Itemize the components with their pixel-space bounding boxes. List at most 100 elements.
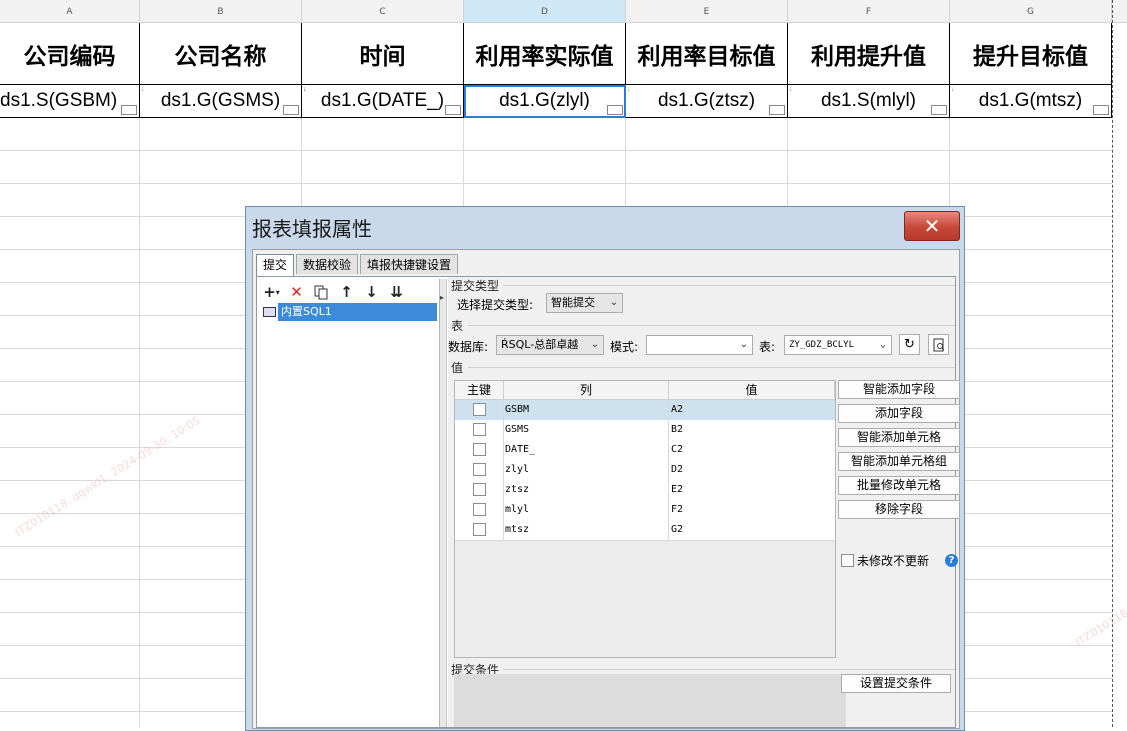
field-mapping-table[interactable]: 主键 列 值 GSBM A2 GSMS B2 DATE_ C2 zlyl D2 ztsz…: [454, 380, 836, 658]
header-cell-company-code[interactable]: 公司编码: [0, 23, 140, 85]
smart-add-field-button[interactable]: 智能添加字段: [838, 380, 960, 399]
arrow-down-icon[interactable]: ↓: [363, 283, 380, 301]
no-update-if-unmodified[interactable]: 未修改不更新: [841, 552, 929, 569]
column-header-e[interactable]: E: [626, 0, 788, 22]
section-table: 表: [451, 319, 464, 333]
sql-item-icon: [263, 307, 276, 317]
header-cell-actual-rate[interactable]: 利用率实际值: [464, 23, 626, 85]
data-cell-e2[interactable]: ↓ ds1.G(ztsz): [626, 85, 788, 118]
submit-type-value: 智能提交: [551, 296, 595, 309]
table-row[interactable]: DATE_ C2: [455, 440, 835, 461]
value-cell[interactable]: F2: [671, 500, 683, 520]
header-cell-company-name[interactable]: 公司名称: [140, 23, 302, 85]
add-field-button[interactable]: 添加字段: [838, 404, 960, 423]
data-cell-g2[interactable]: ↓ ds1.G(mtsz): [950, 85, 1112, 118]
database-label: 数据库:: [448, 340, 489, 354]
column-header-b[interactable]: B: [140, 0, 302, 22]
column-header-key[interactable]: 主键: [455, 381, 504, 399]
primary-key-checkbox[interactable]: [473, 483, 486, 496]
close-button[interactable]: ✕: [904, 211, 960, 241]
header-cell-target-rate[interactable]: 利用率目标值: [626, 23, 788, 85]
column-header-a[interactable]: A: [0, 0, 140, 22]
primary-key-checkbox[interactable]: [473, 423, 486, 436]
cell-corner-tick: ↓: [951, 86, 955, 93]
column-header-value[interactable]: 值: [669, 381, 835, 399]
dialog-title: 报表填报属性: [252, 217, 372, 241]
set-submit-condition-button[interactable]: 设置提交条件: [841, 674, 951, 693]
data-cell-b2[interactable]: ↓ ds1.G(GSMS): [140, 85, 302, 118]
primary-key-checkbox[interactable]: [473, 443, 486, 456]
value-cell[interactable]: B2: [671, 420, 683, 440]
report-fill-properties-dialog: 报表填报属性 ✕ 提交 数据校验 填报快捷键设置 + ▾ ✕ ↑ ↓ ⇊ 内置S…: [245, 206, 965, 731]
preview-table-button[interactable]: [928, 334, 949, 355]
chevron-down-icon: ⌄: [875, 336, 891, 354]
pane-splitter[interactable]: ▸: [440, 279, 447, 727]
cell-corner-tick: ↓: [627, 86, 631, 93]
cell-corner-tick: ↓: [303, 86, 307, 93]
primary-key-checkbox[interactable]: [473, 403, 486, 416]
column-header-c[interactable]: C: [302, 0, 464, 22]
data-cell-c2[interactable]: ↓ ds1.G(DATE_): [302, 85, 464, 118]
help-icon[interactable]: ?: [945, 554, 958, 567]
arrow-up-icon[interactable]: ↑: [338, 283, 355, 301]
database-value: ŔSQL-总部卓越: [501, 338, 579, 351]
submit-condition-area[interactable]: [454, 674, 846, 727]
cell-widget-marker: [769, 105, 785, 115]
value-cell[interactable]: D2: [671, 460, 683, 480]
smart-add-cell-button[interactable]: 智能添加单元格: [838, 428, 960, 447]
value-cell[interactable]: C2: [671, 440, 683, 460]
column-header-g[interactable]: G: [950, 0, 1112, 22]
header-cell-improvement-target[interactable]: 提升目标值: [950, 23, 1112, 85]
column-header-column[interactable]: 列: [504, 381, 669, 399]
data-cell-d2[interactable]: ds1.G(zlyl): [464, 85, 626, 118]
remove-field-button[interactable]: 移除字段: [838, 500, 960, 519]
copy-icon[interactable]: [313, 284, 330, 301]
cell-widget-marker: [121, 105, 137, 115]
data-cell-f2[interactable]: ↓ ds1.S(mlyl): [788, 85, 950, 118]
header-cell-time[interactable]: 时间: [302, 23, 464, 85]
primary-key-checkbox[interactable]: [473, 463, 486, 476]
database-select[interactable]: ŔSQL-总部卓越 ⌄: [496, 335, 604, 355]
delete-icon[interactable]: ✕: [288, 283, 305, 301]
column-name-cell: mtsz: [505, 524, 530, 535]
value-cell[interactable]: E2: [671, 480, 683, 500]
tree-item-builtin-sql[interactable]: 内置SQL1: [263, 303, 437, 321]
value-cell[interactable]: A2: [671, 400, 683, 420]
table-row[interactable]: mlyl F2: [455, 500, 835, 521]
table-row[interactable]: GSBM A2: [455, 400, 835, 421]
cell-corner-tick: ↓: [789, 86, 793, 93]
table-row[interactable]: ztsz E2: [455, 480, 835, 501]
table-select[interactable]: ZY_GDZ_BCLYL ⌄: [784, 335, 892, 355]
move-bottom-icon[interactable]: ⇊: [388, 283, 405, 301]
refresh-button[interactable]: ↻: [899, 334, 920, 355]
tab-shortcut-settings[interactable]: 填报快捷键设置: [360, 254, 459, 274]
cell-formula: ds1.S(mlyl): [820, 90, 916, 111]
mode-label: 模式:: [610, 340, 639, 354]
primary-key-checkbox[interactable]: [473, 523, 486, 536]
chevron-down-icon: ⌄: [587, 336, 603, 354]
no-update-checkbox[interactable]: [841, 554, 854, 567]
table-row[interactable]: mtsz G2: [455, 520, 835, 541]
mode-select[interactable]: ⌄: [646, 335, 753, 355]
value-cell[interactable]: G2: [671, 520, 683, 540]
tree-item-label: 内置SQL1: [278, 303, 437, 321]
smart-add-cell-group-button[interactable]: 智能添加单元格组: [838, 452, 960, 471]
table-row[interactable]: GSMS B2: [455, 420, 835, 441]
tab-submit[interactable]: 提交: [256, 254, 295, 276]
submit-type-select[interactable]: 智能提交 ⌄: [546, 293, 623, 313]
column-header-bar: A B C D E F G: [0, 0, 1127, 23]
add-icon[interactable]: + ▾: [263, 283, 280, 301]
primary-key-checkbox[interactable]: [473, 503, 486, 516]
header-cell-improvement[interactable]: 利用提升值: [788, 23, 950, 85]
column-name-cell: GSMS: [505, 424, 530, 435]
batch-modify-cell-button[interactable]: 批量修改单元格: [838, 476, 960, 495]
chevron-down-icon: ⌄: [736, 336, 752, 354]
collapse-arrow-icon[interactable]: ▸: [440, 293, 444, 302]
table-row[interactable]: zlyl D2: [455, 460, 835, 481]
column-header-f[interactable]: F: [788, 0, 950, 22]
data-cell-a2[interactable]: ds1.S(GSBM): [0, 85, 140, 118]
no-update-label: 未修改不更新: [857, 554, 930, 568]
tab-data-validation[interactable]: 数据校验: [296, 254, 359, 274]
column-name-cell: ztsz: [505, 484, 530, 495]
column-header-d[interactable]: D: [464, 0, 626, 22]
